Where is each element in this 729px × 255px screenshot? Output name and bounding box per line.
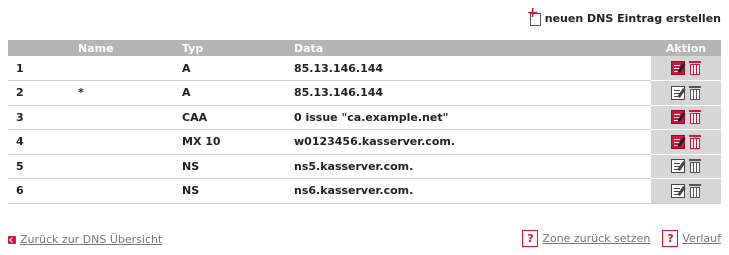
- back-to-overview[interactable]: Zurück zur DNS Übersicht: [8, 233, 162, 246]
- row-actions: [651, 56, 721, 81]
- add-dns-entry-label: neuen DNS Eintrag erstellen: [544, 11, 721, 25]
- add-dns-entry-link[interactable]: + neuen DNS Eintrag erstellen: [527, 6, 721, 28]
- row-actions: [651, 154, 721, 179]
- history-link[interactable]: Verlauf: [682, 232, 721, 245]
- row-data: ns6.kasserver.com.: [286, 178, 651, 204]
- row-typ: A: [174, 56, 286, 81]
- edit-icon[interactable]: [671, 61, 685, 75]
- back-arrow-icon: [8, 235, 16, 244]
- row-typ: NS: [174, 178, 286, 204]
- row-data: ns5.kasserver.com.: [286, 154, 651, 179]
- row-name: [70, 178, 174, 204]
- row-actions: [651, 129, 721, 155]
- row-data: 85.13.146.144: [286, 56, 651, 81]
- row-typ: MX 10: [174, 129, 286, 155]
- table-row: 6 NS ns6.kasserver.com.: [8, 178, 721, 204]
- edit-icon[interactable]: [671, 159, 685, 174]
- column-header-data: Data: [286, 40, 651, 56]
- new-document-icon: +: [527, 6, 541, 26]
- row-actions: [651, 80, 721, 106]
- edit-icon[interactable]: [671, 110, 685, 125]
- trash-icon[interactable]: [689, 159, 701, 174]
- row-name: [70, 56, 174, 81]
- row-name: [70, 154, 174, 179]
- table-row: 5 NS ns5.kasserver.com.: [8, 154, 721, 179]
- dns-records-table: Name Typ Data Aktion 1 A 85.13.146.144 2…: [8, 40, 721, 204]
- help-icon[interactable]: ?: [522, 230, 539, 247]
- row-typ: A: [174, 80, 286, 106]
- column-header-id: [8, 40, 70, 56]
- column-header-typ: Typ: [174, 40, 286, 56]
- trash-icon[interactable]: [689, 61, 701, 75]
- row-data: 85.13.146.144: [286, 80, 651, 106]
- row-name: [70, 129, 174, 155]
- help-icon[interactable]: ?: [662, 230, 679, 247]
- edit-icon[interactable]: [671, 134, 685, 149]
- row-data: w0123456.kasserver.com.: [286, 129, 651, 155]
- table-row: 4 MX 10 w0123456.kasserver.com.: [8, 129, 721, 155]
- row-actions: [651, 105, 721, 130]
- row-id: 3: [8, 105, 70, 130]
- trash-icon[interactable]: [689, 134, 701, 149]
- trash-icon[interactable]: [689, 85, 701, 100]
- table-row: 2 * A 85.13.146.144: [8, 80, 721, 106]
- row-id: 6: [8, 178, 70, 204]
- row-typ: CAA: [174, 105, 286, 130]
- column-header-name: Name: [70, 40, 174, 56]
- row-id: 1: [8, 56, 70, 81]
- back-to-overview-link[interactable]: Zurück zur DNS Übersicht: [20, 233, 162, 246]
- table-row: 3 CAA 0 issue "ca.example.net": [8, 105, 721, 130]
- trash-icon[interactable]: [689, 110, 701, 125]
- row-actions: [651, 178, 721, 204]
- row-id: 2: [8, 80, 70, 106]
- column-header-aktion: Aktion: [651, 40, 721, 56]
- row-name: *: [70, 80, 174, 106]
- edit-icon[interactable]: [671, 183, 685, 198]
- trash-icon[interactable]: [689, 183, 701, 198]
- row-typ: NS: [174, 154, 286, 179]
- table-header-row: Name Typ Data Aktion: [8, 40, 721, 56]
- row-id: 4: [8, 129, 70, 155]
- row-data: 0 issue "ca.example.net": [286, 105, 651, 130]
- row-name: [70, 105, 174, 130]
- table-row: 1 A 85.13.146.144: [8, 56, 721, 81]
- row-id: 5: [8, 154, 70, 179]
- edit-icon[interactable]: [671, 85, 685, 100]
- reset-zone-link[interactable]: Zone zurück setzen: [542, 232, 650, 245]
- footer-actions: ? Zone zurück setzen ? Verlauf: [522, 230, 721, 247]
